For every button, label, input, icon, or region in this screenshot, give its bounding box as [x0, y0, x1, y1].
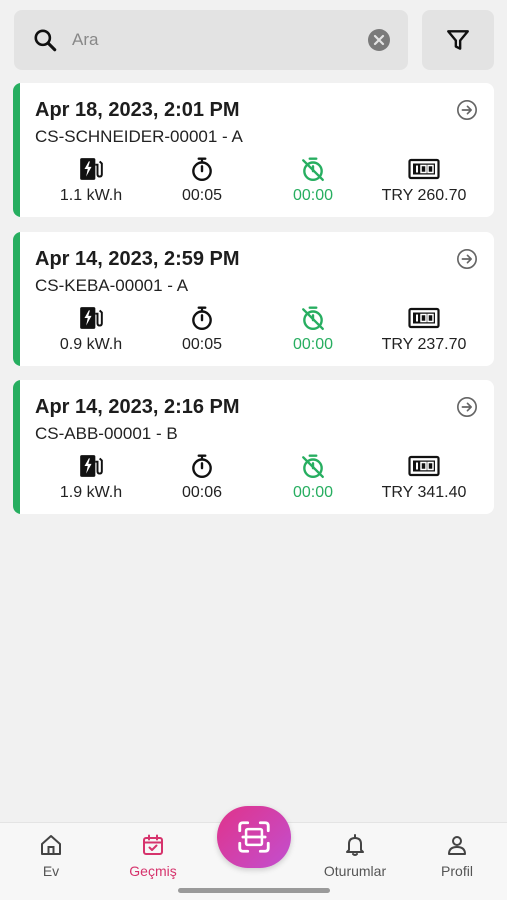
- ev-charger-icon: [80, 307, 103, 329]
- nav-item-home[interactable]: Ev: [6, 833, 96, 879]
- counter-icon: [408, 307, 440, 329]
- cost-value: TRY 260.70: [381, 187, 467, 204]
- stopwatch-icon: [192, 157, 212, 182]
- ev-charger-icon: [80, 455, 103, 477]
- idle-time-stat: 00:00: [258, 155, 368, 205]
- timer-off-icon: [302, 306, 324, 331]
- cost-stat: TRY 260.70: [369, 155, 479, 205]
- arrow-right-circle-icon[interactable]: [456, 396, 478, 418]
- duration-value: 00:05: [181, 187, 223, 204]
- nav-item-profile[interactable]: Profil: [412, 833, 502, 879]
- session-card[interactable]: Apr 14, 2023, 2:59 PM CS-KEBA-00001 - A …: [13, 232, 494, 366]
- stopwatch-icon: [192, 454, 212, 479]
- station-name: CS-ABB-00001 - B: [35, 424, 178, 443]
- search-input[interactable]: [72, 28, 352, 52]
- duration-value: 00:06: [181, 484, 223, 501]
- counter-icon: [408, 455, 440, 477]
- energy-value: 1.9 kW.h: [59, 484, 123, 501]
- session-date: Apr 14, 2023, 2:16 PM: [35, 396, 240, 418]
- scan-button[interactable]: [217, 806, 291, 868]
- energy-value: 0.9 kW.h: [59, 336, 123, 353]
- duration-value: 00:05: [181, 336, 223, 353]
- energy-value: 1.1 kW.h: [59, 187, 123, 204]
- session-card[interactable]: Apr 14, 2023, 2:16 PM CS-ABB-00001 - B 1…: [13, 380, 494, 514]
- idle-time-stat: 00:00: [258, 452, 368, 502]
- nav-item-sessions[interactable]: Oturumlar: [310, 833, 400, 879]
- session-date: Apr 18, 2023, 2:01 PM: [35, 99, 240, 121]
- timer-off-icon: [302, 454, 324, 479]
- duration-stat: 00:05: [147, 155, 257, 205]
- session-date: Apr 14, 2023, 2:59 PM: [35, 248, 240, 270]
- nav-label: Ev: [42, 863, 60, 879]
- cost-stat: TRY 237.70: [369, 304, 479, 354]
- timer-off-icon: [302, 157, 324, 182]
- calendar-check-icon: [143, 834, 163, 855]
- home-indicator: [178, 888, 330, 893]
- station-name: CS-KEBA-00001 - A: [35, 276, 189, 295]
- clear-search-icon[interactable]: [367, 28, 391, 52]
- energy-stat: 0.9 kW.h: [36, 304, 146, 354]
- energy-stat: 1.1 kW.h: [36, 155, 146, 205]
- home-icon: [41, 835, 61, 855]
- cost-value: TRY 237.70: [381, 336, 467, 353]
- session-card[interactable]: Apr 18, 2023, 2:01 PM CS-SCHNEIDER-00001…: [13, 83, 494, 217]
- search-icon: [34, 29, 57, 52]
- person-icon: [448, 836, 466, 855]
- nav-item-history[interactable]: Geçmiş: [108, 833, 198, 879]
- filter-icon: [447, 30, 469, 50]
- duration-stat: 00:05: [147, 304, 257, 354]
- arrow-right-circle-icon[interactable]: [456, 99, 478, 121]
- energy-stat: 1.9 kW.h: [36, 452, 146, 502]
- idle-time-value: 00:00: [292, 187, 334, 204]
- arrow-right-circle-icon[interactable]: [456, 248, 478, 270]
- nav-label: Geçmiş: [129, 863, 177, 879]
- idle-time-stat: 00:00: [258, 304, 368, 354]
- nav-label: Profil: [441, 863, 473, 879]
- counter-icon: [408, 158, 440, 180]
- ev-charger-icon: [80, 158, 103, 180]
- filter-button[interactable]: [422, 10, 494, 70]
- scan-icon: [238, 821, 270, 853]
- idle-time-value: 00:00: [292, 336, 334, 353]
- nav-label: Oturumlar: [323, 863, 387, 879]
- cost-value: TRY 341.40: [381, 484, 467, 501]
- idle-time-value: 00:00: [292, 484, 334, 501]
- search-bar[interactable]: [14, 10, 408, 70]
- station-name: CS-SCHNEIDER-00001 - A: [35, 127, 243, 146]
- duration-stat: 00:06: [147, 452, 257, 502]
- cost-stat: TRY 341.40: [369, 452, 479, 502]
- bell-icon: [346, 834, 364, 856]
- stopwatch-icon: [192, 306, 212, 331]
